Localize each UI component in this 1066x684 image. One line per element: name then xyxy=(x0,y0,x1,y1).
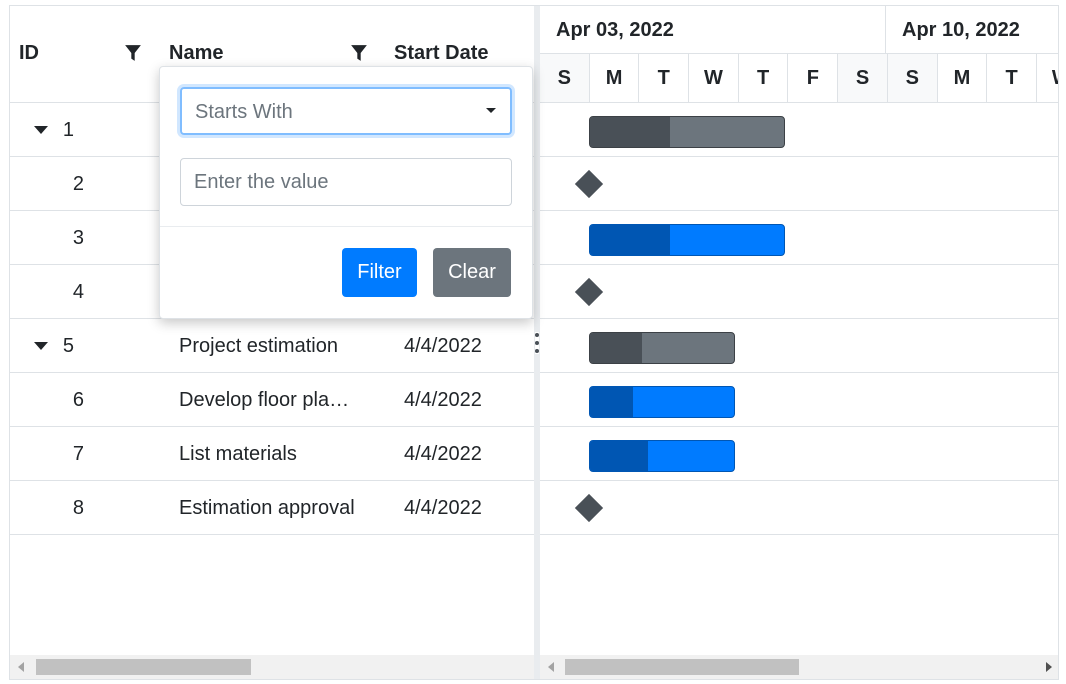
timeline-day: S xyxy=(838,54,888,102)
task-progress xyxy=(590,441,648,471)
table-row[interactable]: 7 List materials 4/4/2022 xyxy=(10,427,534,481)
scroll-right-arrow-icon[interactable] xyxy=(1046,662,1052,672)
filter-dialog: Starts With Filter Clear xyxy=(159,66,533,319)
cell-id: 7 xyxy=(72,443,84,465)
column-header-id[interactable]: ID xyxy=(19,42,39,65)
timeline-day: S xyxy=(540,54,590,102)
task-bar[interactable] xyxy=(589,440,735,472)
parent-task-bar[interactable] xyxy=(589,116,785,148)
chart-row xyxy=(540,373,1058,427)
timeline-day: T xyxy=(987,54,1037,102)
cell-id: 4 xyxy=(72,281,84,303)
chart-pane: Apr 03, 2022 Apr 10, 2022 SMTWTFSSMTW xyxy=(540,6,1058,679)
filter-operator-value: Starts With xyxy=(195,101,293,123)
task-progress xyxy=(590,387,634,417)
timeline-day: T xyxy=(639,54,690,102)
timeline-day: S xyxy=(887,54,938,102)
cell-start-date: 4/4/2022 xyxy=(404,335,482,357)
week-label: Apr 03, 2022 xyxy=(556,19,674,41)
chart-row xyxy=(540,481,1058,535)
chart-row xyxy=(540,319,1058,373)
scrollbar-thumb[interactable] xyxy=(565,659,799,675)
milestone-marker[interactable] xyxy=(574,169,604,199)
milestone-marker[interactable] xyxy=(574,277,604,307)
clear-button[interactable]: Clear xyxy=(433,248,511,297)
table-row[interactable]: 6 Develop floor pla… 4/4/2022 xyxy=(10,373,534,427)
cell-id: 5 xyxy=(62,335,74,357)
cell-start-date: 4/4/2022 xyxy=(404,497,482,519)
cell-name: Project estimation xyxy=(179,335,338,357)
filter-icon[interactable] xyxy=(350,44,368,62)
column-header-start-date[interactable]: Start Date xyxy=(394,42,488,65)
chart-row xyxy=(540,157,1058,211)
dot-icon xyxy=(535,349,539,353)
cell-id: 3 xyxy=(72,227,84,249)
scrollbar-thumb[interactable] xyxy=(36,659,251,675)
filter-icon[interactable] xyxy=(124,44,142,62)
week-label: Apr 10, 2022 xyxy=(902,19,1020,41)
chart-row xyxy=(540,427,1058,481)
chart-row xyxy=(540,211,1058,265)
timeline-week: Apr 10, 2022 xyxy=(886,6,1058,54)
table-row[interactable]: 5 Project estimation 4/4/2022 xyxy=(10,319,534,373)
filter-value-input[interactable] xyxy=(180,158,512,206)
timeline-header: Apr 03, 2022 Apr 10, 2022 SMTWTFSSMTW xyxy=(540,6,1058,103)
cell-id: 6 xyxy=(72,389,84,411)
timeline-day: W xyxy=(689,54,739,102)
cell-start-date: 4/4/2022 xyxy=(404,443,482,465)
grid-horizontal-scrollbar[interactable] xyxy=(10,655,534,679)
chevron-down-icon xyxy=(486,108,496,113)
scroll-left-arrow-icon[interactable] xyxy=(548,662,554,672)
chart-row xyxy=(540,265,1058,319)
cell-name: List materials xyxy=(179,443,297,465)
divider xyxy=(160,226,532,227)
chart-horizontal-scrollbar[interactable] xyxy=(540,655,1058,679)
filter-button[interactable]: Filter xyxy=(342,248,417,297)
timeline-day: T xyxy=(739,54,789,102)
cell-start-date: 4/4/2022 xyxy=(404,389,482,411)
milestone-marker[interactable] xyxy=(574,493,604,523)
column-header-name[interactable]: Name xyxy=(169,42,223,65)
task-progress xyxy=(590,117,670,147)
timeline-day: M xyxy=(590,54,640,102)
scroll-left-arrow-icon[interactable] xyxy=(18,662,24,672)
task-bar[interactable] xyxy=(589,224,785,256)
parent-task-bar[interactable] xyxy=(589,332,735,364)
task-progress xyxy=(590,333,642,363)
cell-name: Develop floor pla… xyxy=(179,389,350,411)
timeline-day: W xyxy=(1037,54,1058,102)
cell-id: 2 xyxy=(72,173,84,195)
dot-icon xyxy=(535,333,539,337)
task-progress xyxy=(590,225,670,255)
timeline-week: Apr 03, 2022 xyxy=(540,6,886,54)
filter-operator-dropdown[interactable]: Starts With xyxy=(180,87,512,135)
cell-name: Estimation approval xyxy=(179,497,355,519)
dot-icon xyxy=(535,341,539,345)
timeline-day: F xyxy=(789,54,839,102)
splitter-handle[interactable] xyxy=(535,332,539,354)
cell-id: 1 xyxy=(62,119,74,141)
task-bar[interactable] xyxy=(589,386,735,418)
chart-row xyxy=(540,103,1058,157)
table-row[interactable]: 8 Estimation approval 4/4/2022 xyxy=(10,481,534,535)
timeline-day: M xyxy=(938,54,988,102)
cell-id: 8 xyxy=(72,497,84,519)
